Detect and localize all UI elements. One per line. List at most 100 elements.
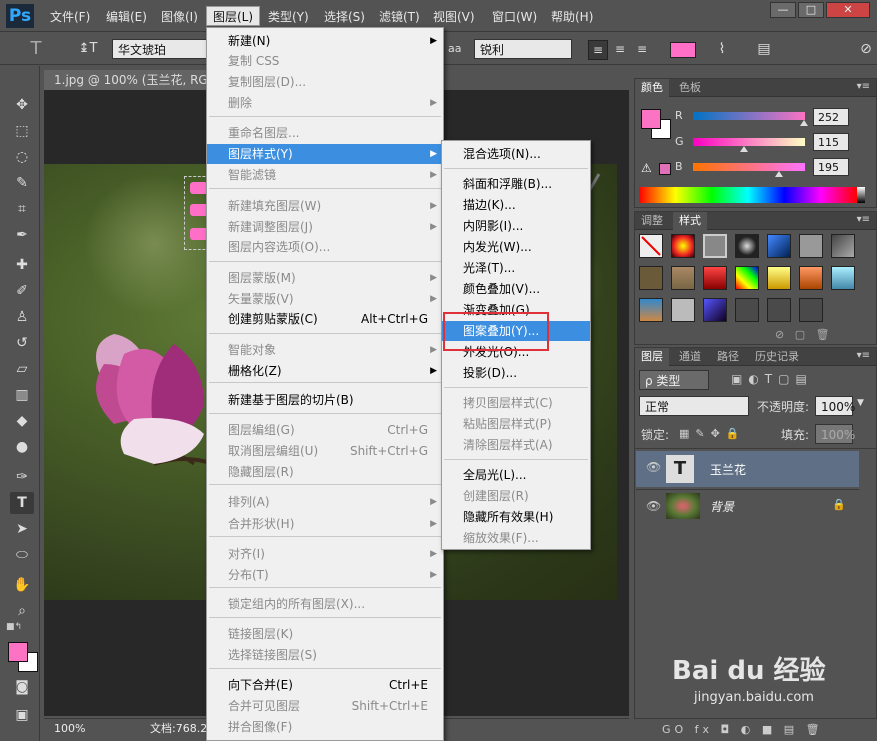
g-slider[interactable] (693, 138, 805, 146)
fill-input[interactable]: 100% (815, 424, 855, 444)
brush-tool-icon[interactable]: ✐ (10, 280, 34, 302)
style-swatch[interactable] (831, 234, 855, 258)
layer-menu-item[interactable]: 对齐(I) ▶ (207, 544, 443, 564)
color-fg-swatch[interactable] (641, 109, 661, 129)
g-value[interactable]: 115 (813, 133, 849, 151)
layer-menu-item[interactable]: 链接图层(K) (207, 624, 443, 644)
layer-style-menu-item[interactable]: 清除图层样式(A) (442, 435, 590, 455)
doc-info[interactable]: 文档:768.2 (150, 719, 207, 739)
font-family-select[interactable]: 华文琥珀 (112, 39, 208, 59)
styles-footer-icons[interactable]: ⊘ ▢ 🗑 (775, 328, 830, 341)
foreground-color-swatch[interactable] (8, 642, 28, 662)
blend-mode-select[interactable]: 正常 (639, 396, 749, 416)
layer-row-text[interactable]: 👁 T 玉兰花 (636, 451, 859, 487)
panel-menu-icon[interactable]: ▾≡ (857, 350, 870, 361)
layer-name[interactable]: 玉兰花 (710, 461, 746, 478)
warning-icon[interactable]: ⚠ (641, 161, 652, 175)
layer-menu-item[interactable]: 隐藏图层(R) (207, 462, 443, 482)
b-slider[interactable] (693, 163, 805, 171)
layer-style-menu-item[interactable]: 投影(D)... (442, 363, 590, 383)
tab-styles[interactable]: 样式 (673, 212, 707, 230)
cancel-icon[interactable]: ⊘ (856, 39, 876, 59)
g-slider-thumb[interactable] (739, 146, 748, 152)
default-colors-icon[interactable]: ■↰ (6, 622, 22, 632)
layer-menu-item[interactable]: 图层蒙版(M) ▶ (207, 268, 443, 288)
layer-menu-item[interactable]: 合并可见图层 Shift+Ctrl+E (207, 696, 443, 716)
style-swatch[interactable] (703, 234, 727, 258)
close-button[interactable]: ✕ (826, 2, 870, 18)
gradient-tool-icon[interactable]: ▥ (10, 384, 34, 406)
style-swatch[interactable] (703, 266, 727, 290)
layer-style-menu-item[interactable]: 光泽(T)... (442, 258, 590, 278)
menu-select[interactable]: 选择(S) (318, 7, 371, 27)
layer-style-menu-item[interactable]: 隐藏所有效果(H) (442, 507, 590, 527)
tab-history[interactable]: 历史记录 (749, 348, 805, 366)
layer-style-menu-item[interactable]: 拷贝图层样式(C) (442, 393, 590, 413)
r-value[interactable]: 252 (813, 108, 849, 126)
style-swatch[interactable] (767, 298, 791, 322)
layer-menu-item[interactable]: 新建基于图层的切片(B) (207, 390, 443, 410)
style-swatch[interactable] (671, 266, 695, 290)
panel-menu-icon[interactable]: ▾≡ (857, 81, 870, 92)
tab-swatches[interactable]: 色板 (673, 79, 707, 97)
layer-style-menu-item[interactable]: 全局光(L)... (442, 465, 590, 485)
layer-filter-select[interactable]: ρ 类型 (639, 370, 709, 390)
quick-mask-icon[interactable]: ◙ (10, 676, 34, 698)
type-tool-icon[interactable]: T (26, 39, 46, 59)
style-none-icon[interactable] (639, 234, 663, 258)
quick-select-tool-icon[interactable]: ✎ (10, 172, 34, 194)
layer-menu-item[interactable]: 图层内容选项(O)... (207, 237, 443, 257)
layer-menu-item[interactable]: 智能对象 ▶ (207, 340, 443, 360)
layer-menu-item[interactable]: 分布(T) ▶ (207, 565, 443, 585)
style-swatch[interactable] (671, 234, 695, 258)
lock-icons[interactable]: ▦✎✥🔒 (679, 427, 746, 440)
style-swatch[interactable] (735, 266, 759, 290)
tab-color[interactable]: 颜色 (635, 79, 669, 97)
marquee-tool-icon[interactable]: ⬚ (10, 120, 34, 142)
ellipse-tool-icon[interactable]: ⬭ (10, 544, 34, 566)
layer-menu-item[interactable]: 选择链接图层(S) (207, 645, 443, 665)
layer-menu-item[interactable]: 图层样式(Y) ▶ (207, 144, 443, 164)
maximize-button[interactable]: □ (798, 2, 824, 18)
tab-layers[interactable]: 图层 (635, 348, 669, 366)
layer-menu-item[interactable]: 删除 ▶ (207, 93, 443, 113)
menu-edit[interactable]: 编辑(E) (100, 7, 153, 27)
style-swatch[interactable] (671, 298, 695, 322)
blur-tool-icon[interactable]: ◆ (10, 410, 34, 432)
layer-menu-item[interactable]: 复制图层(D)... (207, 72, 443, 92)
layer-style-menu-item[interactable]: 混合选项(N)... (442, 144, 590, 164)
tab-paths[interactable]: 路径 (711, 348, 745, 366)
menu-help[interactable]: 帮助(H) (545, 7, 599, 27)
zoom-tool-icon[interactable]: ⌕ (10, 600, 34, 622)
eye-icon[interactable]: 👁 (646, 499, 662, 513)
layer-style-menu-item[interactable]: 描边(K)... (442, 195, 590, 215)
panel-menu-icon[interactable]: ▾≡ (857, 214, 870, 225)
layer-row-background[interactable]: 👁 背景 🔒 (636, 489, 859, 521)
filter-icons[interactable]: ▣◐T▢▤ (731, 372, 813, 386)
antialias-select[interactable]: 锐利 (474, 39, 572, 59)
history-brush-tool-icon[interactable]: ↺ (10, 332, 34, 354)
eye-icon[interactable]: 👁 (646, 460, 662, 474)
layer-menu-item[interactable]: 取消图层编组(U) Shift+Ctrl+G (207, 441, 443, 461)
style-swatch[interactable] (799, 298, 823, 322)
layer-style-menu-item[interactable]: 创建图层(R) (442, 486, 590, 506)
b-slider-thumb[interactable] (774, 171, 783, 177)
type-tool-icon[interactable]: T (10, 492, 34, 514)
layer-style-menu-item[interactable]: 缩放效果(F)... (442, 528, 590, 548)
menu-view[interactable]: 视图(V) (427, 7, 481, 27)
align-left-icon[interactable]: ≡ (588, 40, 608, 60)
layer-name[interactable]: 背景 (710, 498, 734, 515)
style-swatch[interactable] (767, 266, 791, 290)
layer-menu-item[interactable]: 向下合并(E) Ctrl+E (207, 675, 443, 695)
style-swatch[interactable] (767, 234, 791, 258)
opacity-input[interactable]: 100% (815, 396, 855, 416)
path-select-tool-icon[interactable]: ➤ (10, 518, 34, 540)
healing-brush-tool-icon[interactable]: ✚ (10, 254, 34, 276)
menu-type[interactable]: 类型(Y) (262, 7, 315, 27)
menu-window[interactable]: 窗口(W) (486, 7, 543, 27)
eraser-tool-icon[interactable]: ▱ (10, 358, 34, 380)
layer-menu-item[interactable]: 排列(A) ▶ (207, 492, 443, 512)
opacity-dropdown-icon[interactable]: ▼ (857, 398, 864, 408)
tab-channels[interactable]: 通道 (673, 348, 707, 366)
move-tool-icon[interactable]: ✥ (10, 94, 34, 116)
